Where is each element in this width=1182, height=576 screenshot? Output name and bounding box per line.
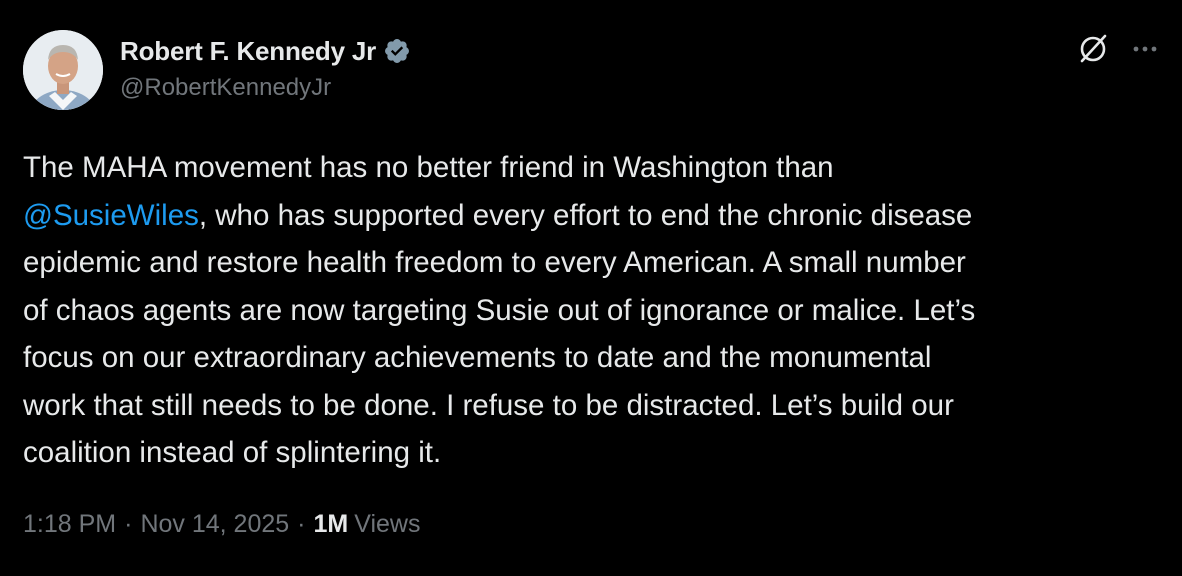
- meta-separator: ·: [124, 510, 133, 538]
- views-count[interactable]: 1M: [313, 510, 348, 539]
- tweet-text-segment: The MAHA movement has no better friend i…: [23, 151, 834, 184]
- avatar-portrait-icon: [23, 30, 103, 110]
- mention-link[interactable]: @SusieWiles: [23, 199, 199, 232]
- tweet-text-segment: focus on our extraordinary achievements …: [23, 341, 932, 374]
- grok-icon[interactable]: [1074, 30, 1112, 68]
- author-name-row: Robert F. Kennedy Jr: [120, 34, 411, 68]
- verified-badge-icon: [383, 37, 411, 65]
- tweet-text-line: focus on our extraordinary achievements …: [23, 334, 1163, 382]
- views-label: Views: [354, 510, 421, 538]
- tweet-text-line: The MAHA movement has no better friend i…: [23, 144, 1163, 192]
- tweet-text-segment: coalition instead of splintering it.: [23, 436, 442, 469]
- tweet-metadata: 1:18 PM · Nov 14, 2025 · 1M Views: [23, 510, 420, 539]
- tweet-text-line: work that still needs to be done. I refu…: [23, 382, 1163, 430]
- tweet-text-line: of chaos agents are now targeting Susie …: [23, 287, 1163, 335]
- tweet-top-actions: [1074, 30, 1160, 68]
- tweet-text-segment: , who has supported every effort to end …: [198, 198, 973, 232]
- tweet-date[interactable]: Nov 14, 2025: [140, 510, 289, 539]
- tweet-text: The MAHA movement has no better friend i…: [23, 144, 1163, 477]
- tweet-card: Robert F. Kennedy Jr @RobertKennedyJr Th…: [0, 0, 1182, 576]
- author-display-name[interactable]: Robert F. Kennedy Jr: [120, 36, 376, 67]
- tweet-text-segment: work that still needs to be done. I refu…: [23, 388, 954, 422]
- tweet-text-line: @SusieWiles, who has supported every eff…: [23, 192, 1163, 240]
- meta-separator: ·: [297, 510, 306, 538]
- tweet-text-line: epidemic and restore health freedom to e…: [23, 239, 1163, 287]
- avatar[interactable]: [23, 30, 103, 110]
- tweet-text-line: coalition instead of splintering it.: [23, 429, 1163, 477]
- tweet-text-segment: of chaos agents are now targeting Susie …: [23, 293, 976, 327]
- tweet-time[interactable]: 1:18 PM: [23, 510, 116, 539]
- tweet-text-segment: epidemic and restore health freedom to e…: [23, 246, 966, 279]
- author-handle[interactable]: @RobertKennedyJr: [120, 74, 331, 102]
- more-horizontal-icon[interactable]: [1130, 34, 1160, 64]
